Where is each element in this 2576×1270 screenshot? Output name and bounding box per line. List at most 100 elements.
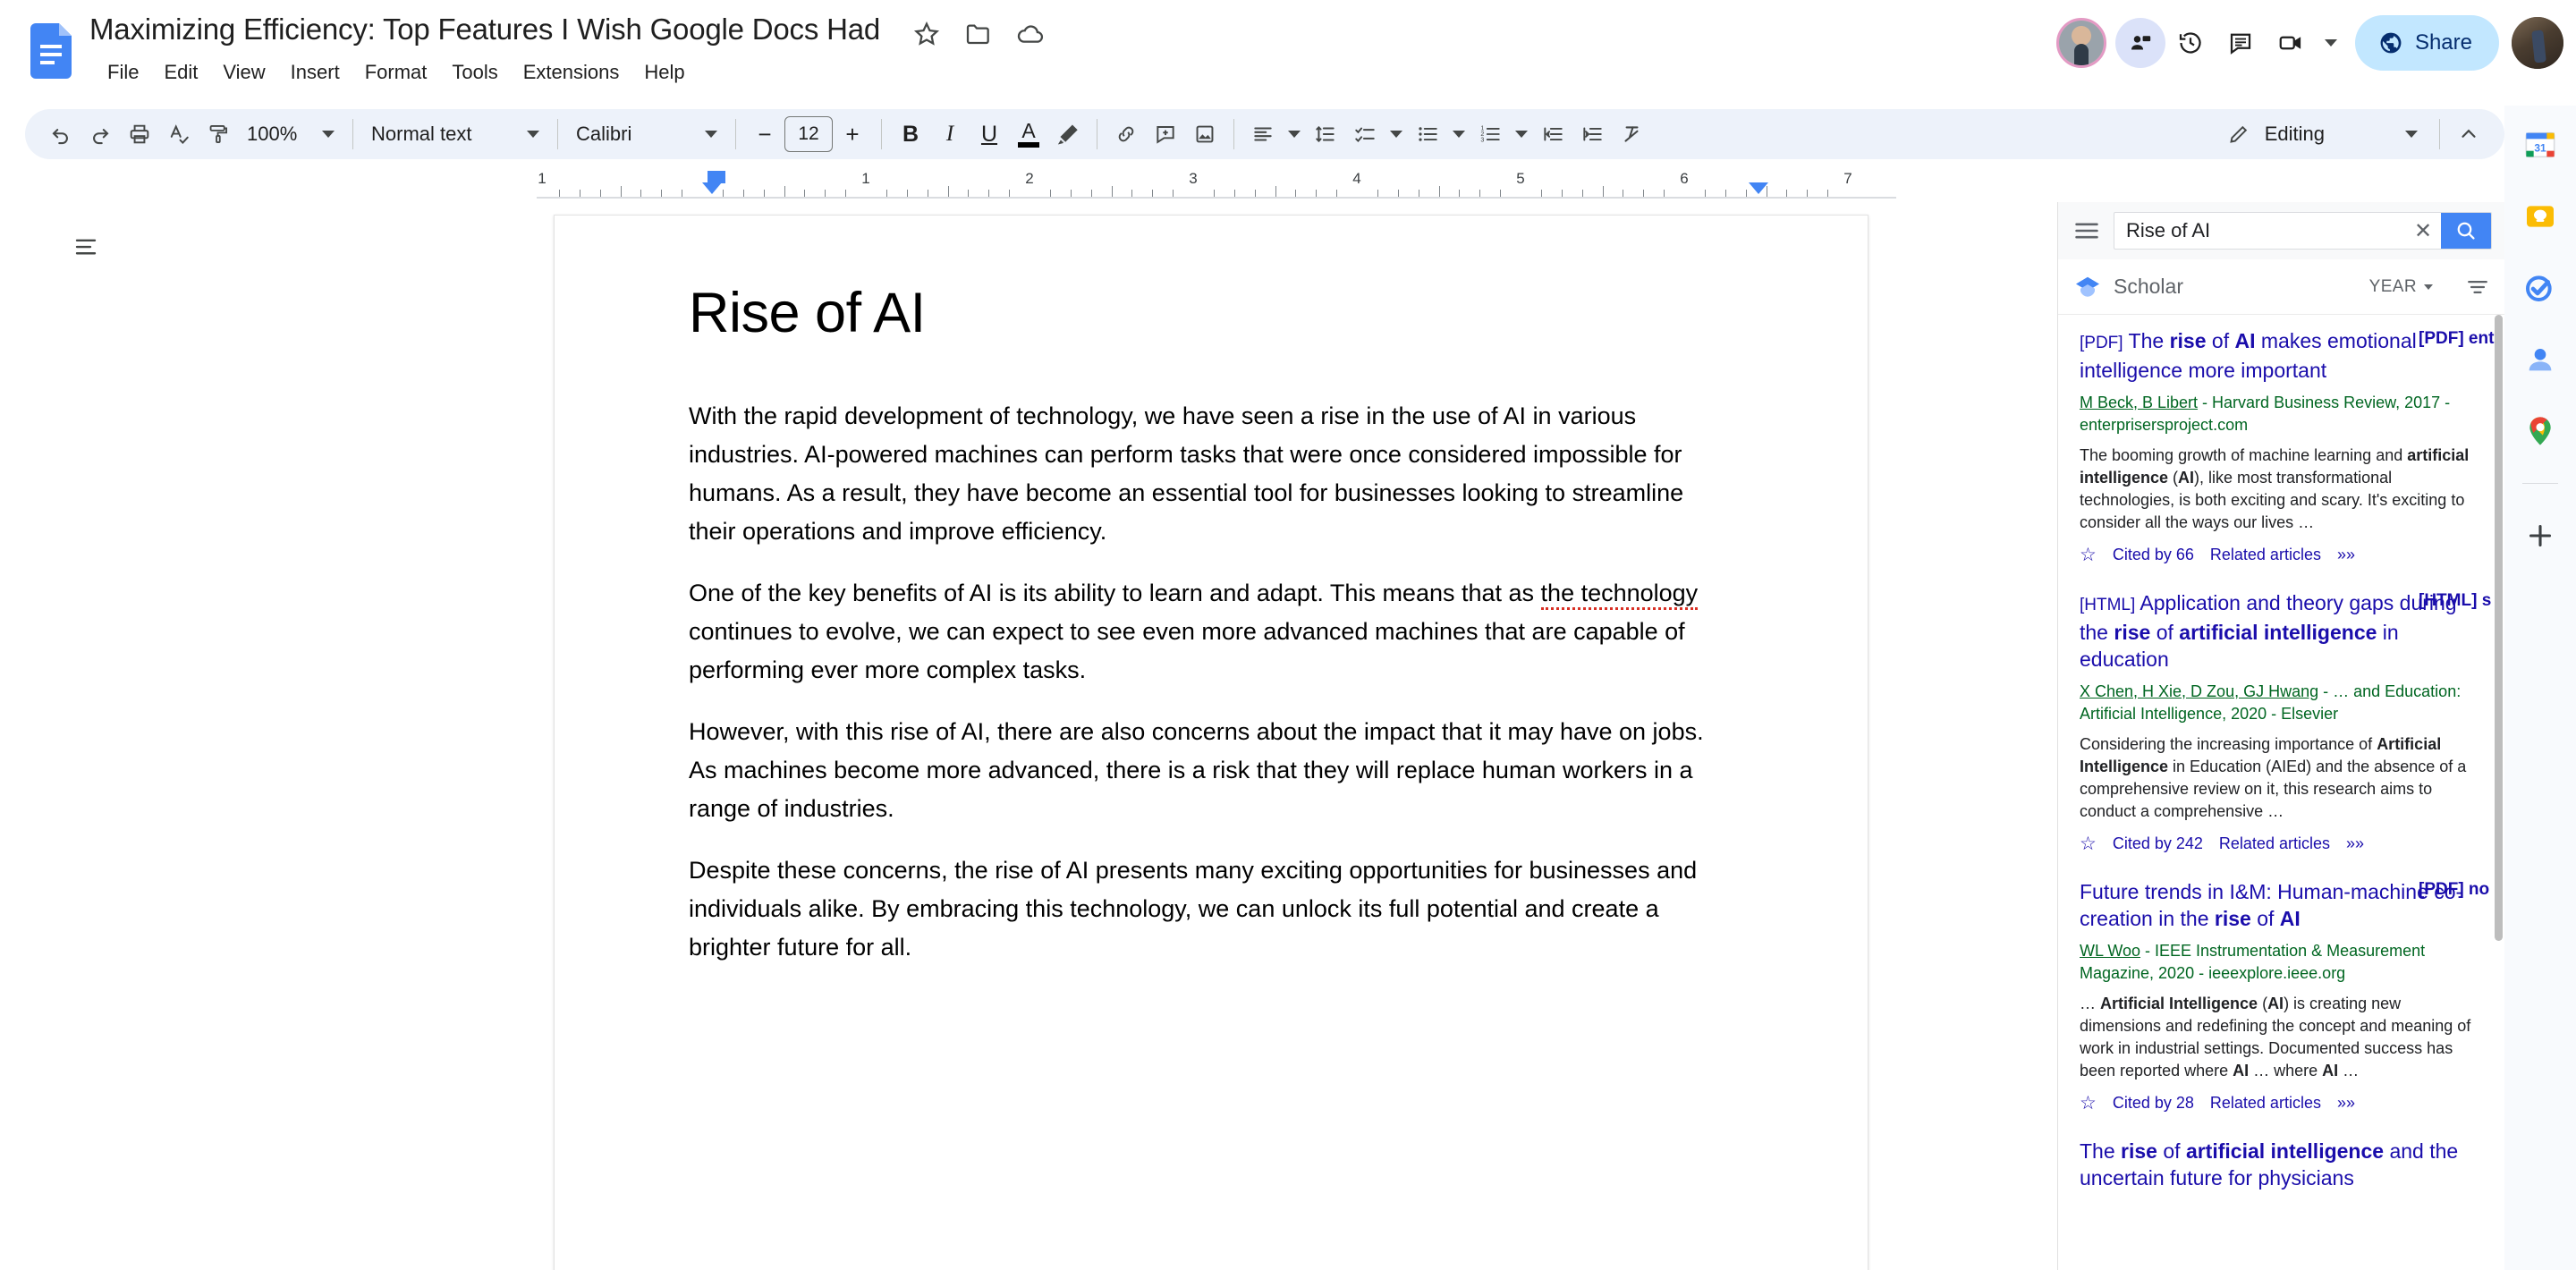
font-size-input[interactable]: 12 [784,116,833,152]
right-indent-marker[interactable] [1749,182,1768,194]
collaborator-avatar[interactable] [2055,18,2106,68]
menu-item-format[interactable]: Format [352,56,440,89]
sort-by-year-dropdown[interactable]: YEAR [2369,277,2433,297]
result-side-tag[interactable]: [PDF] no [2419,880,2501,900]
save-star-icon[interactable]: ☆ [2080,1092,2097,1114]
spellcheck-button[interactable] [159,114,199,154]
increase-font-size-button[interactable]: + [833,114,872,154]
list-item[interactable]: [PDF] no Future trends in I&M: Human-mac… [2058,866,2504,1125]
font-family-dropdown[interactable]: Calibri [567,114,726,154]
more-versions-icon[interactable]: »» [2346,834,2364,853]
editing-mode-button[interactable]: Editing [2215,114,2430,154]
clear-formatting-button[interactable] [1612,114,1651,154]
meet-camera-icon[interactable] [2266,18,2316,68]
hamburger-icon[interactable] [2072,216,2101,245]
italic-button[interactable]: I [930,114,970,154]
add-comment-button[interactable] [1146,114,1185,154]
menu-item-tools[interactable]: Tools [439,56,510,89]
meet-dropdown-caret-icon[interactable] [2316,18,2346,68]
menu-item-file[interactable]: File [95,56,151,89]
misspelled-text[interactable]: the technology [1540,579,1699,610]
align-button[interactable] [1243,114,1283,154]
show-document-outline-button[interactable] [61,222,111,272]
google-docs-icon[interactable] [30,23,72,79]
checklist-button[interactable] [1345,114,1385,154]
google-keep-icon[interactable] [2521,197,2560,236]
ruler-number: 2 [1025,170,1034,187]
clear-icon[interactable]: ✕ [2405,218,2441,244]
menu-item-extensions[interactable]: Extensions [511,56,632,89]
google-maps-icon[interactable] [2521,411,2560,451]
decrease-font-size-button[interactable]: − [745,114,784,154]
contacts-icon[interactable] [2521,340,2560,379]
bulleted-list-dropdown-caret-icon[interactable] [1447,114,1470,154]
search-input[interactable] [2114,219,2405,242]
highlight-color-button[interactable] [1048,114,1088,154]
insert-link-button[interactable] [1106,114,1146,154]
filter-icon[interactable] [2465,275,2490,300]
insert-image-button[interactable] [1185,114,1224,154]
numbered-list-dropdown-caret-icon[interactable] [1510,114,1533,154]
related-articles-link[interactable]: Related articles [2210,1094,2321,1113]
first-line-indent-marker[interactable] [708,171,725,183]
comment-icon[interactable] [2216,18,2266,68]
account-avatar[interactable] [2512,17,2563,69]
related-articles-link[interactable]: Related articles [2219,834,2330,853]
bulleted-list-button[interactable] [1408,114,1447,154]
share-button[interactable]: Share [2354,15,2499,71]
list-item[interactable]: [PDF] ent [PDF] The rise of AI makes emo… [2058,315,2504,577]
undo-button[interactable] [41,114,80,154]
numbered-list-button[interactable]: 1 2 3 [1470,114,1510,154]
add-ons-icon[interactable] [2521,516,2560,555]
save-star-icon[interactable]: ☆ [2080,544,2097,566]
search-icon[interactable] [2441,213,2491,249]
result-authors[interactable]: WL Woo [2080,942,2140,960]
google-calendar-icon[interactable]: 31 [2521,125,2560,165]
star-icon[interactable] [912,20,941,48]
more-versions-icon[interactable]: »» [2337,1094,2355,1113]
zoom-dropdown[interactable]: 100% [238,114,343,154]
save-star-icon[interactable]: ☆ [2080,833,2097,855]
ruler[interactable]: 1 1 2 3 4 5 6 7 [0,170,2021,202]
menu-item-edit[interactable]: Edit [151,56,210,89]
menu-item-view[interactable]: View [210,56,277,89]
collapse-toolbar-button[interactable] [2449,114,2488,154]
cited-by-link[interactable]: Cited by 242 [2113,834,2203,853]
menu-item-help[interactable]: Help [631,56,697,89]
google-tasks-icon[interactable] [2521,268,2560,308]
page-title[interactable]: Maximizing Efficiency: Top Features I Wi… [89,11,880,48]
present-icon[interactable] [2114,18,2165,68]
decrease-indent-button[interactable] [1533,114,1572,154]
related-articles-link[interactable]: Related articles [2210,546,2321,564]
increase-indent-button[interactable] [1572,114,1612,154]
result-authors[interactable]: M Beck, B Libert [2080,394,2198,411]
align-dropdown-caret-icon[interactable] [1283,114,1306,154]
result-title[interactable]: The rise of artificial intelligence and … [2080,1138,2478,1191]
paragraph-style-dropdown[interactable]: Normal text [362,114,548,154]
result-side-tag[interactable]: [HTML] s [2419,591,2501,611]
document-page[interactable]: Rise of AI With the rapid development of… [554,215,1868,1270]
checklist-dropdown-caret-icon[interactable] [1385,114,1408,154]
cited-by-link[interactable]: Cited by 66 [2113,546,2194,564]
scrollbar[interactable] [2495,315,2503,941]
bold-button[interactable]: B [891,114,930,154]
result-side-tag[interactable]: [PDF] ent [2419,329,2501,349]
underline-button[interactable]: U [970,114,1009,154]
version-history-icon[interactable] [2165,18,2216,68]
menu-item-insert[interactable]: Insert [278,56,352,89]
move-to-folder-icon[interactable] [964,20,993,48]
left-indent-marker[interactable] [702,182,722,194]
more-versions-icon[interactable]: »» [2337,546,2355,564]
scholar-results-list[interactable]: [PDF] ent [PDF] The rise of AI makes emo… [2058,315,2504,1270]
list-item[interactable]: The rise of artificial intelligence and … [2058,1125,2504,1202]
text-color-button[interactable]: A [1009,114,1048,154]
line-spacing-button[interactable] [1306,114,1345,154]
scholar-search-box[interactable]: ✕ [2114,212,2492,250]
cloud-saved-icon[interactable] [1016,20,1045,48]
cited-by-link[interactable]: Cited by 28 [2113,1094,2194,1113]
result-authors[interactable]: X Chen, H Xie, D Zou, GJ Hwang [2080,682,2318,700]
list-item[interactable]: [HTML] s [HTML] Application and theory g… [2058,577,2504,866]
redo-button[interactable] [80,114,120,154]
print-button[interactable] [120,114,159,154]
paint-format-button[interactable] [199,114,238,154]
